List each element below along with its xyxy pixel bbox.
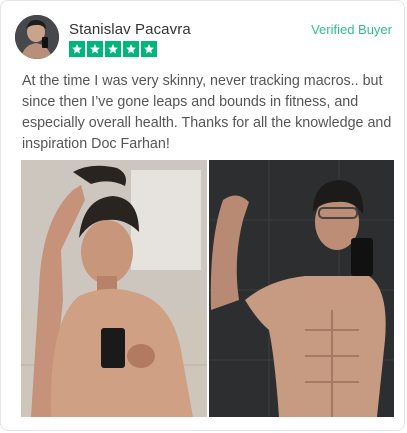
- star-icon: [141, 41, 157, 57]
- after-photo[interactable]: [208, 160, 395, 417]
- before-photo[interactable]: [21, 160, 207, 417]
- avatar-image: [15, 15, 59, 59]
- photo-gallery: [21, 160, 394, 417]
- review-text: At the time I was very skinny, never tra…: [22, 73, 392, 152]
- verified-buyer-badge: Verified Buyer: [311, 22, 392, 37]
- star-rating: [69, 41, 157, 57]
- avatar: [15, 15, 59, 59]
- star-icon: [69, 41, 85, 57]
- star-icon: [105, 41, 121, 57]
- star-icon: [87, 41, 103, 57]
- review-card: Stanislav Pacavra Verified Buyer At the …: [0, 0, 405, 431]
- reviewer-name: Stanislav Pacavra: [69, 21, 191, 38]
- star-icon: [123, 41, 139, 57]
